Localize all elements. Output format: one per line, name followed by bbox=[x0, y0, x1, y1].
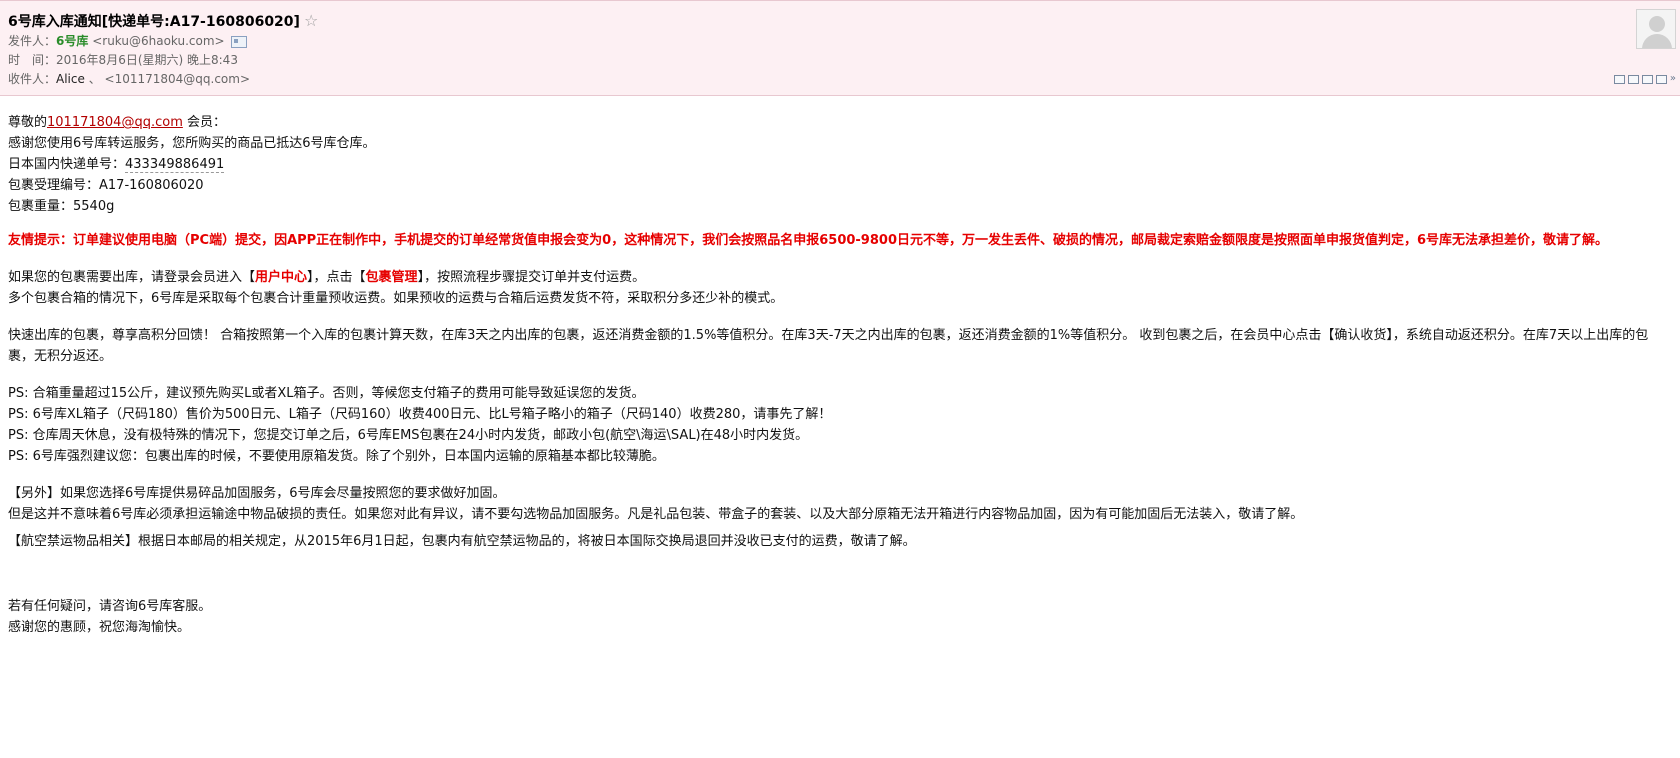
recipient-separator: 、 bbox=[84, 72, 105, 86]
tracking-line: 日本国内快递单号：433349886491 bbox=[8, 154, 1672, 175]
contact-card-icon[interactable] bbox=[230, 35, 247, 48]
outbound-line-2: 多个包裹合箱的情况下，6号库是采取每个包裹合计重量预收运费。如果预收的运费与合箱… bbox=[8, 291, 784, 306]
package-line: 包裹受理编号：A17-160806020 bbox=[8, 175, 1672, 196]
header-toolbar: » bbox=[1613, 74, 1676, 84]
sender-name[interactable]: 6号库 bbox=[56, 34, 88, 48]
points-paragraph: 快速出库的包裹，尊享高积分回馈！ 合箱按照第一个入库的包裹计算天数，在库3天之内… bbox=[8, 328, 1649, 364]
from-label: 发件人： bbox=[8, 34, 57, 48]
outbound-text-a: 如果您的包裹需要出库，请登录会员进入【 bbox=[8, 270, 256, 285]
time-row: 时 间：2016年8月6日(星期六) 晚上8:43 bbox=[8, 51, 1680, 70]
package-label: 包裹受理编号： bbox=[8, 178, 100, 193]
time-label: 时 间： bbox=[8, 53, 57, 67]
popout-icon[interactable] bbox=[1613, 74, 1625, 84]
email-subject: 6号库入库通知[快递单号:A17-160806020] ☆ bbox=[8, 11, 1680, 32]
subject-text: 6号库入库通知[快递单号:A17-160806020] bbox=[8, 14, 300, 30]
attach-icon[interactable] bbox=[1641, 74, 1653, 84]
package-number: A17-160806020 bbox=[99, 178, 204, 193]
ps-line-4: PS: 6号库强烈建议您：包裹出库的时候，不要使用原箱发货。除了个别外，日本国内… bbox=[8, 449, 665, 464]
more-chevron-icon[interactable]: » bbox=[1670, 74, 1676, 84]
aviation-notice: 【航空禁运物品相关】根据日本邮局的相关规定，从2015年6月1日起，包裹内有航空… bbox=[8, 534, 916, 549]
ps-line-2: PS: 6号库XL箱子（尺码180）售价为500日元、L箱子（尺码160）收费4… bbox=[8, 407, 832, 422]
greeting-suffix: 会员： bbox=[182, 115, 226, 130]
time-value: 2016年8月6日(星期六) 晚上8:43 bbox=[56, 53, 238, 67]
greeting-prefix: 尊敬的 bbox=[8, 115, 48, 130]
greeting-email-link[interactable]: 101171804@qq.com bbox=[47, 115, 183, 130]
closing-line-2: 感谢您的惠顾，祝您海淘愉快。 bbox=[8, 620, 191, 635]
thanks-line: 感谢您使用6号库转运服务，您所购买的商品已抵达6号库仓库。 bbox=[8, 136, 376, 151]
window-icon[interactable] bbox=[1627, 74, 1639, 84]
recipient-name[interactable]: Alice bbox=[56, 72, 85, 86]
weight-label: 包裹重量： bbox=[8, 199, 74, 214]
star-outline-icon[interactable]: ☆ bbox=[304, 11, 318, 30]
ps-line-3: PS: 仓库周天休息，没有极特殊的情况下，您提交订单之后，6号库EMS包裹在24… bbox=[8, 428, 809, 443]
recipient-row: 收件人：Alice 、 <101171804@qq.com> bbox=[8, 70, 1680, 89]
weight-line: 包裹重量：5540g bbox=[8, 196, 1672, 217]
user-center-highlight: 用户中心 bbox=[255, 270, 308, 285]
outbound-text-e: 】，按照流程步骤提交订单并支付运费。 bbox=[417, 270, 646, 285]
extra-line-1: 【另外】如果您选择6号库提供易碎品加固服务，6号库会尽量按照您的要求做好加固。 bbox=[8, 486, 506, 501]
closing-line-1: 若有任何疑问，请咨询6号库客服。 bbox=[8, 599, 212, 614]
avatar-placeholder[interactable] bbox=[1636, 9, 1676, 49]
sender-row: 发件人：6号库 <ruku@6haoku.com> bbox=[8, 32, 1680, 51]
tracking-number: 433349886491 bbox=[125, 157, 225, 173]
print-icon[interactable] bbox=[1655, 74, 1667, 84]
avatar-body-shape bbox=[1642, 34, 1672, 48]
warning-notice: 友情提示：订单建议使用电脑（PC端）提交，因APP正在制作中，手机提交的订单经常… bbox=[8, 233, 1609, 248]
sender-address: <ruku@6haoku.com> bbox=[92, 34, 225, 48]
avatar-head-shape bbox=[1649, 16, 1665, 32]
ps-line-1: PS: 合箱重量超过15公斤，建议预先购买L或者XL箱子。否则，等候您支付箱子的… bbox=[8, 386, 645, 401]
outbound-line-1: 如果您的包裹需要出库，请登录会员进入【用户中心】，点击【包裹管理】，按照流程步骤… bbox=[8, 267, 1672, 288]
greeting-line: 尊敬的101171804@qq.com 会员： bbox=[8, 112, 1672, 133]
to-label: 收件人： bbox=[8, 72, 57, 86]
package-management-highlight: 包裹管理 bbox=[365, 270, 418, 285]
email-body: 尊敬的101171804@qq.com 会员： 感谢您使用6号库转运服务，您所购… bbox=[0, 96, 1680, 638]
tracking-label: 日本国内快递单号： bbox=[8, 157, 126, 172]
extra-line-2: 但是这并不意味着6号库必须承担运输途中物品破损的责任。如果您对此有异议，请不要勾… bbox=[8, 507, 1304, 522]
recipient-address: <101171804@qq.com> bbox=[104, 72, 251, 86]
weight-value: 5540g bbox=[73, 199, 115, 214]
email-header: 6号库入库通知[快递单号:A17-160806020] ☆ 发件人：6号库 <ru… bbox=[0, 0, 1680, 96]
outbound-text-c: 】，点击【 bbox=[307, 270, 366, 285]
